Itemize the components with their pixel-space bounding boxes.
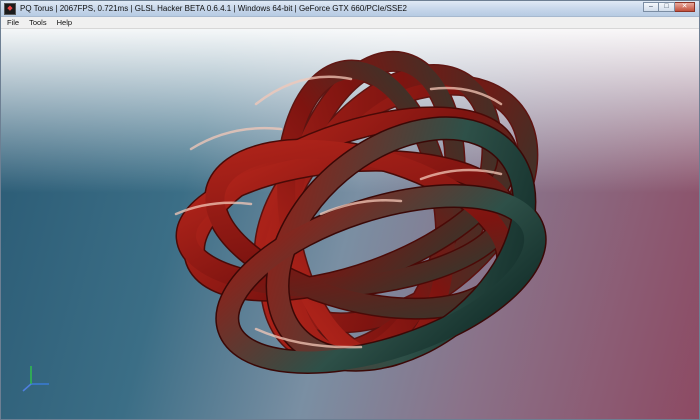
menu-help[interactable]: Help [52, 17, 77, 28]
torus-knot [174, 50, 547, 374]
menu-tools[interactable]: Tools [24, 17, 52, 28]
torus-scene [22, 50, 547, 392]
render-viewport[interactable] [1, 29, 699, 419]
app-icon[interactable]: ◆ [4, 2, 16, 15]
z-axis-line [22, 383, 32, 392]
menu-file[interactable]: File [1, 17, 24, 28]
menu-bar: File Tools Help [1, 17, 699, 29]
window-title: PQ Torus | 2067FPS, 0.721ms | GLSL Hacke… [20, 4, 408, 13]
axis-gizmo [22, 366, 49, 392]
minimize-button[interactable]: – [643, 2, 659, 12]
maximize-button[interactable]: □ [659, 2, 675, 12]
title-bar[interactable]: ◆ PQ Torus | 2067FPS, 0.721ms | GLSL Hac… [1, 1, 699, 17]
window-controls: – □ ✕ [643, 2, 695, 13]
close-button[interactable]: ✕ [675, 2, 695, 12]
app-window: ◆ PQ Torus | 2067FPS, 0.721ms | GLSL Hac… [0, 0, 700, 420]
